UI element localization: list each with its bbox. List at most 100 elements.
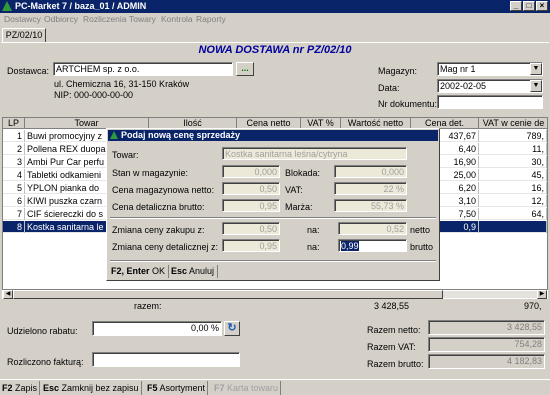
close-button[interactable]: × (536, 1, 548, 11)
menu-rozliczenia[interactable]: Rozliczenia (83, 13, 126, 26)
zmiana-zakupu-from: 0,50 (222, 222, 280, 235)
esc-close-button[interactable]: Esc Zamknij bez zapisu (41, 381, 142, 395)
cell-lp: 7 (3, 208, 25, 220)
menu-odbiorcy[interactable]: Odbiorcy (44, 13, 78, 26)
razem-vat-label: Razem VAT: (367, 342, 416, 352)
cell-lp: 5 (3, 182, 25, 194)
date-field[interactable]: 2002-02-05 (437, 79, 543, 93)
sum-value: 3 428,55 (374, 301, 410, 311)
menu-kontrola[interactable]: Kontrola (161, 13, 193, 26)
blokada-label: Blokada: (285, 168, 321, 178)
app-tree-icon (110, 131, 118, 139)
f2-save-button[interactable]: F2 Zapis (0, 381, 41, 395)
fkey-label: Asortyment (159, 383, 206, 393)
price-dialog: Podaj nową cenę sprzedaży Towar: Kostka … (106, 128, 440, 281)
scroll-thumb[interactable] (13, 290, 443, 299)
fkey-key: F2 (2, 383, 13, 393)
fkey-key: Esc (43, 383, 60, 393)
ok-button[interactable]: F2, Enter OK (108, 265, 170, 278)
zmiana-zakupu-label: Zmiana ceny zakupu z: (112, 225, 205, 235)
menu-dostawcy[interactable]: Dostawcy (4, 13, 41, 26)
na-label: na: (307, 242, 320, 252)
col-vat-det[interactable]: VAT w cenie de (479, 118, 547, 129)
supplier-field[interactable]: ARTCHEM sp. z o.o. (53, 62, 233, 76)
scroll-left-icon[interactable]: ◀ (3, 290, 13, 299)
na-label: na: (307, 225, 320, 235)
f5-assortment-button[interactable]: F5 Asortyment (145, 381, 209, 395)
new-retail-price-input[interactable]: 0,99 (338, 239, 407, 252)
faktura-label: Rozliczono fakturą: (7, 357, 84, 367)
supplier-nip: NIP: 000-000-00-00 (54, 90, 134, 100)
col-lp[interactable]: LP (3, 118, 25, 129)
menu-towary[interactable]: Towary (129, 13, 156, 26)
fkey-key: F7 (214, 383, 225, 393)
minimize-button[interactable]: _ (510, 1, 522, 11)
table-sum-row: razem: 3 428,55 970, (2, 300, 548, 312)
docnum-label: Nr dokumentu: (378, 99, 438, 109)
cell-lp: 4 (3, 169, 25, 181)
zmiana-det-from: 0,95 (222, 239, 280, 252)
dialog-separator (110, 260, 436, 262)
vat-label: VAT: (285, 185, 303, 195)
cell-lp: 6 (3, 195, 25, 207)
menu-raporty[interactable]: Raporty (196, 13, 226, 26)
docnum-field[interactable] (437, 95, 543, 109)
stan-label: Stan w magazynie: (112, 168, 189, 178)
app-tree-icon (2, 1, 12, 11)
cancel-label: Anuluj (189, 266, 215, 276)
sum-vat: 970, (524, 301, 542, 311)
cell-vat: 11, (479, 143, 547, 155)
scroll-right-icon[interactable]: ▶ (537, 290, 547, 299)
razem-brutto-label: Razem brutto: (367, 359, 424, 369)
fkey-key: F5 (147, 383, 158, 393)
dialog-title: Podaj nową cenę sprzedaży (121, 130, 241, 140)
ok-key: F2, Enter (111, 266, 150, 276)
chevron-down-icon[interactable]: ▼ (530, 63, 542, 75)
supplier-label: Dostawca: (7, 66, 50, 76)
warehouse-select[interactable]: Mag nr 1 (437, 62, 543, 76)
cena-mag-field: 0,50 (222, 182, 280, 195)
cell-vat: 45, (479, 169, 547, 181)
rabat-field[interactable]: 0,00 % (92, 321, 222, 336)
cell-lp: 8 (3, 221, 25, 233)
faktura-field[interactable] (92, 352, 240, 367)
dialog-separator (110, 217, 436, 219)
razem-brutto-field: 4 182,83 (428, 354, 545, 369)
rabat-label: Udzielono rabatu: (7, 326, 78, 336)
netto-label: netto (410, 225, 431, 235)
razem-vat-field: 754,28 (428, 337, 545, 352)
ok-label: OK (152, 266, 166, 276)
brutto-label: brutto (410, 242, 434, 252)
marza-label: Marża: (285, 202, 313, 212)
vat-field: 22 % (334, 182, 407, 195)
cell-vat: 30, (479, 156, 547, 168)
cell-lp: 3 (3, 156, 25, 168)
zmiana-det-label: Zmiana ceny detalicznej z: (112, 242, 219, 252)
blokada-field: 0,000 (334, 165, 407, 178)
cancel-key: Esc (171, 266, 188, 276)
dialog-title-bar: Podaj nową cenę sprzedaży (108, 130, 438, 141)
cena-mag-label: Cena magazynowa netto: (112, 185, 215, 195)
fkey-label: Zapis (15, 383, 38, 393)
f7-product-card-button[interactable]: F7 Karta towaru (212, 381, 282, 395)
marza-field: 55,73 % (334, 199, 407, 212)
cancel-button[interactable]: Esc Anuluj (168, 265, 219, 278)
maximize-button[interactable]: □ (523, 1, 535, 11)
window-title: PC-Market 7 / baza_01 / ADMIN (15, 1, 147, 11)
refresh-icon[interactable]: ↻ (224, 321, 240, 336)
razem-netto-field: 3 428,55 (428, 320, 545, 335)
cell-vat: 16, (479, 182, 547, 194)
supplier-browse-button[interactable]: ... (236, 62, 254, 76)
date-label: Data: (378, 83, 400, 93)
tab-pz[interactable]: PZ/02/10 (2, 28, 46, 43)
towar-field: Kostka sanitarna leśna/cytryna (222, 147, 407, 160)
cell-vat (479, 221, 547, 233)
cell-lp: 2 (3, 143, 25, 155)
menu-bar: Dostawcy Odbiorcy Rozliczenia Towary Kon… (0, 13, 550, 26)
chevron-down-icon[interactable]: ▼ (530, 80, 542, 92)
table-horizontal-scrollbar[interactable]: ◀ ▶ (2, 290, 548, 299)
razem-netto-label: Razem netto: (367, 325, 421, 335)
function-key-bar: F2 Zapis Esc Zamknij bez zapisu F5 Asort… (0, 379, 550, 395)
cena-det-label: Cena detaliczna brutto: (112, 202, 205, 212)
zmiana-zakupu-to: 0,52 (338, 222, 407, 235)
